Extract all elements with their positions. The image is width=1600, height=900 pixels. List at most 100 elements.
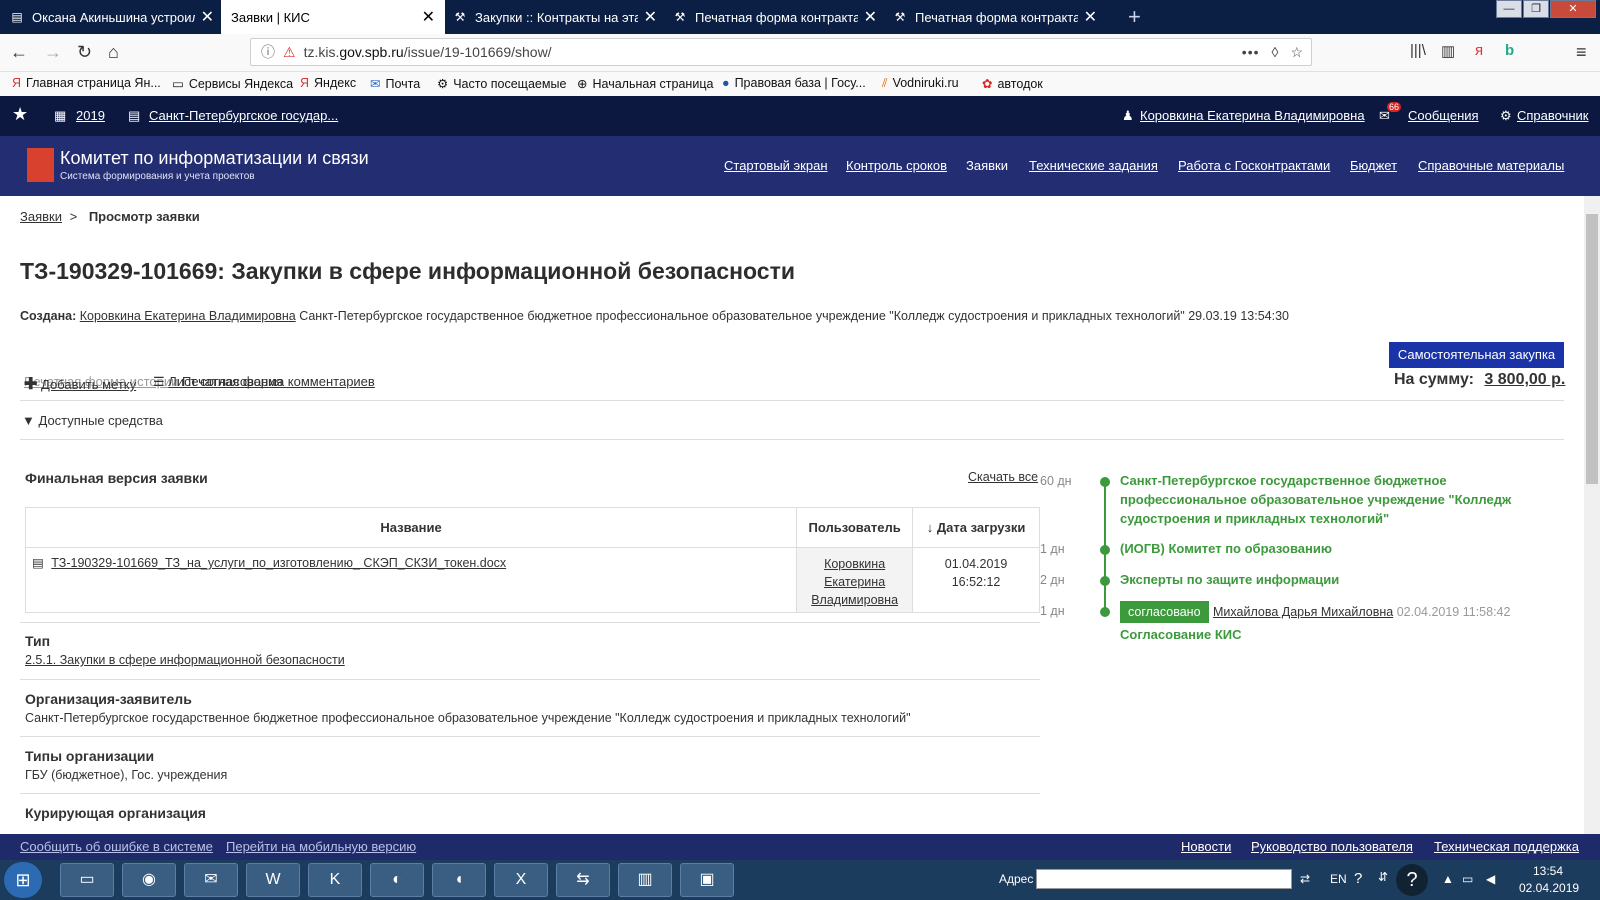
- add-tag-link[interactable]: Добавить метку: [41, 377, 136, 392]
- close-tab-icon[interactable]: ✕: [422, 7, 435, 27]
- excel-icon[interactable]: X: [494, 863, 548, 897]
- user-link[interactable]: Коровкина Екатерина Владимировна: [1140, 108, 1365, 123]
- teamviewer-icon[interactable]: ⇆: [556, 863, 610, 897]
- close-tab-icon[interactable]: ✕: [201, 7, 214, 27]
- winrar-icon[interactable]: ▥: [618, 863, 672, 897]
- available-funds-toggle[interactable]: ▼ Доступные средства: [22, 413, 163, 428]
- column-header-user[interactable]: Пользователь: [796, 507, 914, 548]
- control-panel-icon[interactable]: ▣: [680, 863, 734, 897]
- language-indicator[interactable]: EN: [1330, 872, 1347, 886]
- menu-contracts[interactable]: Работа с Госконтрактами: [1178, 158, 1330, 173]
- bookmark-item[interactable]: ✉ Почта: [370, 76, 420, 91]
- tech-support-link[interactable]: Техническая поддержка: [1434, 839, 1579, 854]
- media-player-icon[interactable]: ◖: [432, 863, 486, 897]
- address-go-icon[interactable]: ⇄: [1300, 872, 1310, 886]
- org-link[interactable]: Санкт-Петербургское государ...: [149, 108, 338, 123]
- forward-icon[interactable]: →: [44, 42, 62, 63]
- page-scrollbar[interactable]: [1584, 196, 1600, 834]
- menu-requests[interactable]: Заявки: [966, 158, 1008, 173]
- close-tab-icon[interactable]: ✕: [644, 7, 657, 27]
- browser-tab-active[interactable]: Заявки | КИС ✕: [221, 0, 445, 34]
- start-button[interactable]: ⊞: [4, 862, 42, 898]
- show-hidden-icons[interactable]: ▲: [1442, 872, 1454, 886]
- bing-icon[interactable]: b: [1505, 42, 1514, 59]
- news-link[interactable]: Новости: [1181, 839, 1231, 854]
- user-manual-link[interactable]: Руководство пользователя: [1251, 839, 1413, 854]
- help-large-icon[interactable]: ?: [1396, 864, 1428, 896]
- browser-tab[interactable]: ⚒ Печатная форма контракта ✕: [663, 0, 887, 34]
- coat-of-arms-logo[interactable]: [27, 148, 54, 182]
- browser-tab[interactable]: ▤ Оксана Акиньшина устроила ✕: [0, 0, 224, 34]
- approver-link[interactable]: Михайлова Дарья Михайловна: [1213, 605, 1393, 619]
- reload-icon[interactable]: ↻: [77, 42, 92, 63]
- address-bar[interactable]: ⓘ ⚠ tz.kis. gov.spb.ru/issue/19-101669/sh…: [250, 38, 1312, 66]
- column-header-name[interactable]: Название: [24, 507, 798, 548]
- favorites-star-icon[interactable]: ★: [12, 104, 28, 125]
- explorer-icon[interactable]: ▭: [60, 863, 114, 897]
- more-actions-icon[interactable]: •••: [1242, 44, 1260, 60]
- minimize-icon[interactable]: —: [1496, 0, 1522, 18]
- self-purchase-button[interactable]: Самостоятельная закупка: [1389, 342, 1564, 368]
- bookmark-item[interactable]: Я Главная страница Ян...: [12, 76, 161, 90]
- menu-icon[interactable]: ≡: [1576, 42, 1587, 63]
- consultant-icon[interactable]: K: [308, 863, 362, 897]
- messages-link[interactable]: Сообщения: [1408, 108, 1479, 123]
- home-icon[interactable]: ⌂: [108, 42, 119, 63]
- reference-link[interactable]: Справочник: [1517, 108, 1589, 123]
- download-all-link[interactable]: Скачать все: [968, 470, 1038, 484]
- network-icon[interactable]: ▭: [1462, 872, 1473, 886]
- yandex-icon[interactable]: я: [1475, 42, 1483, 59]
- taskbar-address-input[interactable]: [1036, 869, 1292, 889]
- sum-value[interactable]: 3 800,00 р.: [1484, 371, 1565, 388]
- outlook-icon[interactable]: ✉: [184, 863, 238, 897]
- restore-icon[interactable]: ❐: [1523, 0, 1549, 18]
- approval-sheet-link[interactable]: Лист согласования: [168, 374, 282, 389]
- sidebar-icon[interactable]: ▥: [1441, 42, 1455, 60]
- bookmark-star-icon[interactable]: ☆: [1290, 44, 1303, 61]
- volume-icon[interactable]: ◀: [1486, 872, 1495, 886]
- menu-start-screen[interactable]: Стартовый экран: [724, 158, 828, 173]
- uploader-name-line: Екатерина: [824, 575, 886, 589]
- bookmark-item[interactable]: ▭ Сервисы Яндекса: [172, 76, 293, 91]
- file-link[interactable]: ТЗ-190329-101669_ТЗ_на_услуги_по_изготов…: [51, 556, 506, 570]
- creator-link[interactable]: Коровкина Екатерина Владимировна: [80, 309, 296, 323]
- menu-reference[interactable]: Справочные материалы: [1418, 158, 1564, 173]
- browser-tab[interactable]: ⚒ Закупки :: Контракты на этапе ✕: [443, 0, 667, 34]
- help-icon[interactable]: ?: [1354, 870, 1362, 887]
- info-icon[interactable]: ⓘ: [261, 42, 275, 62]
- library-icon[interactable]: |||\: [1410, 42, 1426, 59]
- add-tag-action[interactable]: ✚ Добавить метку: [24, 374, 136, 394]
- clock-time[interactable]: 13:54: [1533, 864, 1563, 878]
- bookmark-item[interactable]: Я Яндекс: [300, 76, 356, 90]
- new-tab-icon[interactable]: +: [1128, 4, 1141, 30]
- approval-sheet-action[interactable]: ☰ Лист согласования: [153, 374, 283, 390]
- bookmark-item[interactable]: ⊕ Начальная страница: [577, 76, 713, 91]
- word-icon[interactable]: W: [246, 863, 300, 897]
- mobile-version-link[interactable]: Перейти на мобильную версию: [226, 839, 416, 854]
- tray-arrows-icon[interactable]: ⇵: [1378, 870, 1388, 884]
- close-window-icon[interactable]: ✕: [1550, 0, 1596, 18]
- firefox-icon[interactable]: ◐: [370, 863, 424, 897]
- browser-tab[interactable]: ⚒ Печатная форма контракта ✕: [883, 0, 1107, 34]
- close-tab-icon[interactable]: ✕: [1084, 7, 1097, 27]
- type-value-link[interactable]: 2.5.1. Закупки в сфере информационной бе…: [25, 653, 345, 667]
- bookmark-item[interactable]: ✿ автодок: [982, 76, 1043, 91]
- scrollbar-thumb[interactable]: [1586, 214, 1598, 484]
- column-header-date[interactable]: ↓ Дата загрузки: [912, 507, 1040, 548]
- menu-budget[interactable]: Бюджет: [1350, 158, 1397, 173]
- pocket-icon[interactable]: ◊: [1272, 44, 1279, 60]
- bookmark-item[interactable]: ⫽ Vodniruki.ru: [882, 76, 959, 91]
- year-link[interactable]: 2019: [76, 108, 105, 123]
- chrome-icon[interactable]: ◉: [122, 863, 176, 897]
- browser-nav-bar: ← → ↻ ⌂ ⓘ ⚠ tz.kis. gov.spb.ru/issue/19-1…: [0, 34, 1600, 72]
- breadcrumb-requests-link[interactable]: Заявки: [20, 209, 62, 224]
- clock-date[interactable]: 02.04.2019: [1519, 881, 1579, 895]
- close-tab-icon[interactable]: ✕: [864, 7, 877, 27]
- uploader-link[interactable]: Коровкина Екатерина Владимировна: [811, 557, 898, 607]
- menu-deadline-control[interactable]: Контроль сроков: [846, 158, 947, 173]
- report-error-link[interactable]: Сообщить об ошибке в системе: [20, 839, 213, 854]
- bookmark-item[interactable]: ● Правовая база | Госу...: [722, 76, 866, 90]
- back-icon[interactable]: ←: [10, 42, 28, 63]
- menu-tech-specs[interactable]: Технические задания: [1029, 158, 1158, 173]
- bookmark-item[interactable]: ⚙ Часто посещаемые: [437, 76, 566, 91]
